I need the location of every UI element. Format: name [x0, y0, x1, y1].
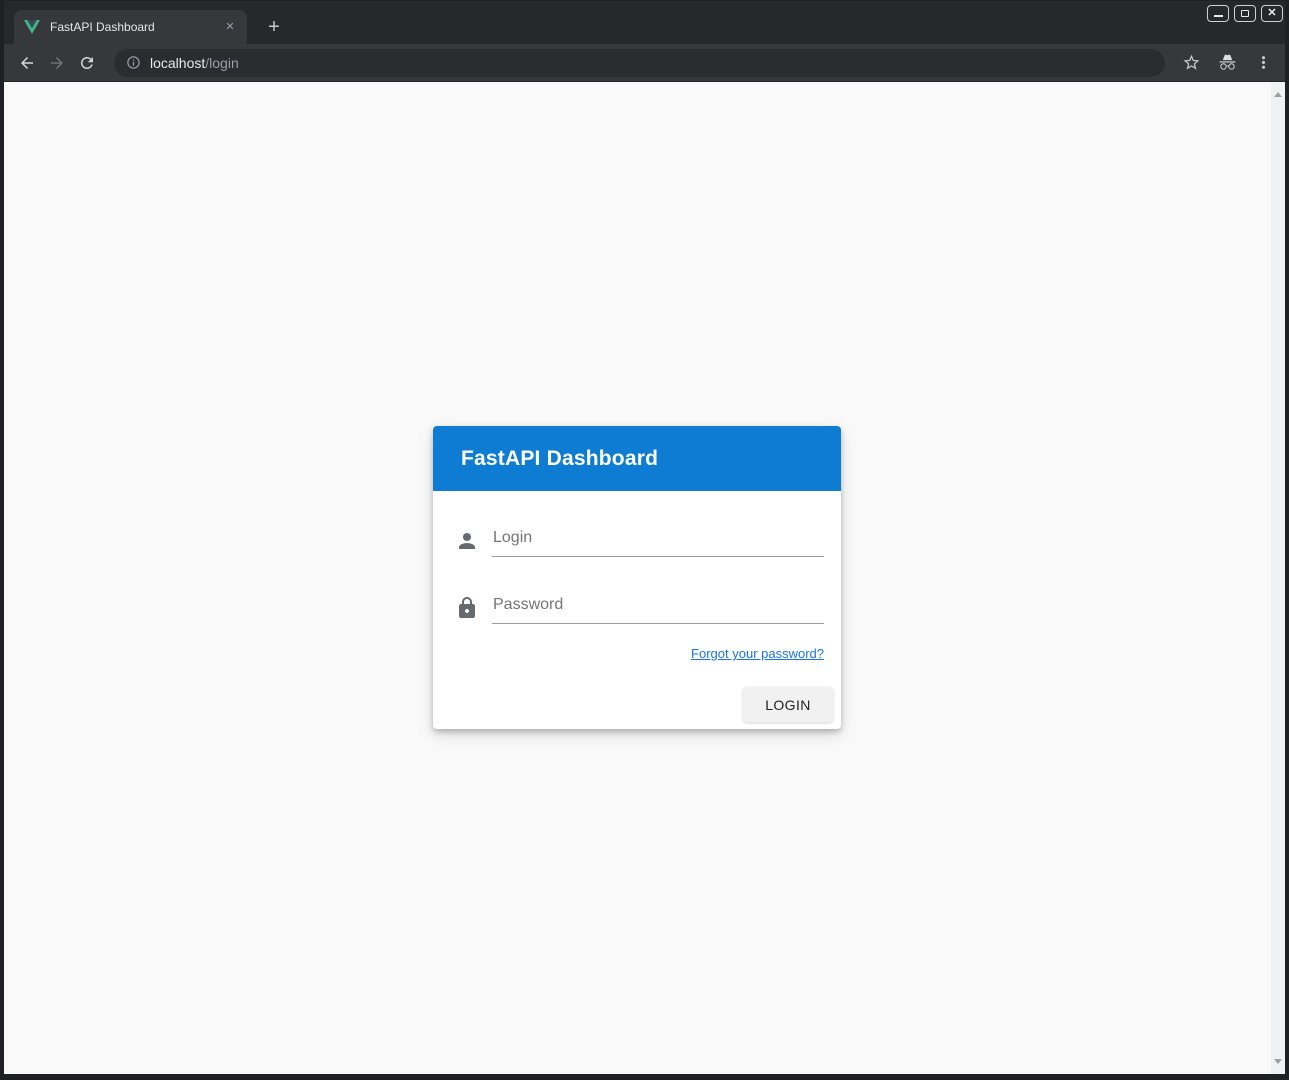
maximize-icon — [1241, 10, 1249, 17]
titlebar: FastAPI Dashboard ✕ + ✕ — [4, 1, 1285, 44]
login-card-title: FastAPI Dashboard — [461, 447, 658, 471]
login-button[interactable]: LOGIN — [743, 687, 833, 722]
forgot-password-row: Forgot your password? — [433, 645, 824, 663]
minimize-button[interactable] — [1207, 5, 1229, 22]
back-arrow-icon — [18, 54, 36, 72]
star-icon — [1182, 53, 1201, 72]
incognito-icon — [1218, 53, 1237, 72]
login-card: FastAPI Dashboard Forgot your password? … — [433, 426, 841, 729]
page-content: FastAPI Dashboard Forgot your password? … — [4, 82, 1285, 1074]
forward-arrow-icon — [48, 54, 66, 72]
scroll-up-icon[interactable] — [1274, 92, 1282, 97]
browser-window: FastAPI Dashboard ✕ + ✕ localhost/login — [0, 0, 1289, 1080]
browser-tab[interactable]: FastAPI Dashboard ✕ — [14, 10, 247, 44]
url-text: localhost/login — [150, 55, 239, 71]
tab-title: FastAPI Dashboard — [50, 20, 221, 34]
window-controls: ✕ — [1207, 5, 1283, 22]
login-input[interactable] — [492, 529, 824, 557]
person-icon — [455, 529, 479, 553]
vue-favicon-icon — [24, 19, 40, 35]
minimize-icon — [1214, 15, 1223, 17]
scroll-down-icon[interactable] — [1274, 1059, 1282, 1064]
site-info-icon — [126, 55, 141, 70]
back-button[interactable] — [12, 48, 42, 78]
browser-toolbar: localhost/login — [4, 44, 1285, 82]
login-field-row — [455, 529, 824, 557]
tab-close-icon[interactable]: ✕ — [221, 18, 239, 36]
password-field-row — [455, 596, 824, 624]
bookmark-star-button[interactable] — [1177, 49, 1205, 77]
page-scrollbar[interactable] — [1271, 82, 1285, 1074]
forward-button[interactable] — [42, 48, 72, 78]
login-button-row: LOGIN — [433, 687, 833, 729]
maximize-button[interactable] — [1234, 5, 1256, 22]
toolbar-right-icons — [1177, 49, 1277, 77]
address-bar[interactable]: localhost/login — [114, 49, 1165, 77]
login-card-header: FastAPI Dashboard — [433, 426, 841, 491]
password-input[interactable] — [492, 596, 824, 624]
kebab-menu-icon — [1254, 53, 1273, 72]
url-host: localhost — [150, 55, 205, 71]
close-icon: ✕ — [1267, 8, 1276, 19]
browser-menu-button[interactable] — [1249, 49, 1277, 77]
close-button[interactable]: ✕ — [1261, 5, 1283, 22]
url-path: /login — [205, 55, 238, 71]
reload-icon — [78, 54, 96, 72]
lock-icon — [455, 596, 479, 620]
reload-button[interactable] — [72, 48, 102, 78]
new-tab-button[interactable]: + — [259, 10, 289, 44]
incognito-badge — [1213, 49, 1241, 77]
forgot-password-link[interactable]: Forgot your password? — [691, 646, 824, 661]
